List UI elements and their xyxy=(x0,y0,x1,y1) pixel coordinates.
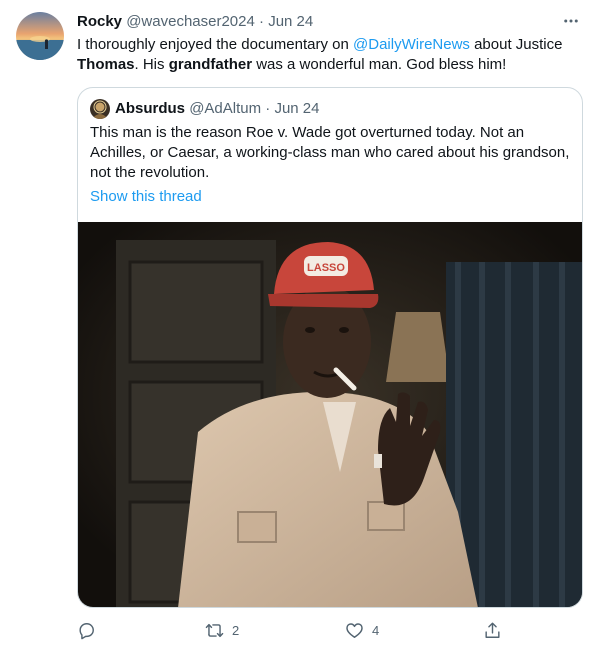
separator: · xyxy=(259,13,265,30)
mention-link[interactable]: @DailyWireNews xyxy=(353,36,470,53)
quoted-tweet[interactable]: Absurdus @AdAltum · Jun 24 This man is t… xyxy=(77,87,583,608)
reply-icon xyxy=(79,622,94,639)
like-button[interactable]: 4 xyxy=(345,618,379,642)
author-handle[interactable]: @wavechaser2024 xyxy=(126,13,255,30)
tweet-text-part: . His xyxy=(134,56,169,73)
quoted-author-handle[interactable]: @AdAltum xyxy=(189,99,261,119)
more-button[interactable] xyxy=(560,10,582,32)
author-name[interactable]: Rocky xyxy=(77,13,122,30)
tweet-header: Rocky @wavechaser2024 · Jun 24 xyxy=(77,12,582,32)
tweet-text-bold: Thomas xyxy=(77,56,135,73)
avatar[interactable] xyxy=(16,12,64,60)
show-thread-link[interactable]: Show this thread xyxy=(90,187,202,207)
quoted-avatar[interactable] xyxy=(90,99,110,119)
quoted-timestamp[interactable]: Jun 24 xyxy=(274,99,319,119)
reply-button[interactable] xyxy=(77,618,104,642)
action-bar: 2 4 xyxy=(77,618,507,642)
more-dots-icon xyxy=(564,19,578,23)
separator: · xyxy=(265,100,271,117)
quoted-text: This man is the reason Roe v. Wade got o… xyxy=(90,124,570,181)
quoted-author-name[interactable]: Absurdus xyxy=(115,99,185,119)
heart-icon xyxy=(346,622,363,638)
share-icon xyxy=(485,622,500,638)
share-button[interactable] xyxy=(483,618,502,642)
tweet-text-part: I thoroughly enjoyed the documentary on xyxy=(77,36,354,53)
retweet-button[interactable]: 2 xyxy=(205,618,239,642)
cap-logo-text: LASSO xyxy=(307,262,345,274)
timestamp[interactable]: Jun 24 xyxy=(268,13,313,30)
retweet-count: 2 xyxy=(232,622,240,638)
tweet-text: I thoroughly enjoyed the documentary on … xyxy=(77,35,582,75)
retweet-icon xyxy=(205,623,224,637)
tweet-text-part: about Justice xyxy=(469,36,563,53)
like-count: 4 xyxy=(372,622,380,638)
tweet-text-bold: grandfather xyxy=(168,56,253,73)
quoted-photo[interactable]: LASSO xyxy=(78,222,582,607)
quoted-header: Absurdus @AdAltum · Jun 24 xyxy=(90,99,320,119)
tweet[interactable]: Rocky @wavechaser2024 · Jun 24 I thoroug… xyxy=(0,0,598,651)
tweet-text-part: was a wonderful man. God bless him! xyxy=(252,56,507,73)
